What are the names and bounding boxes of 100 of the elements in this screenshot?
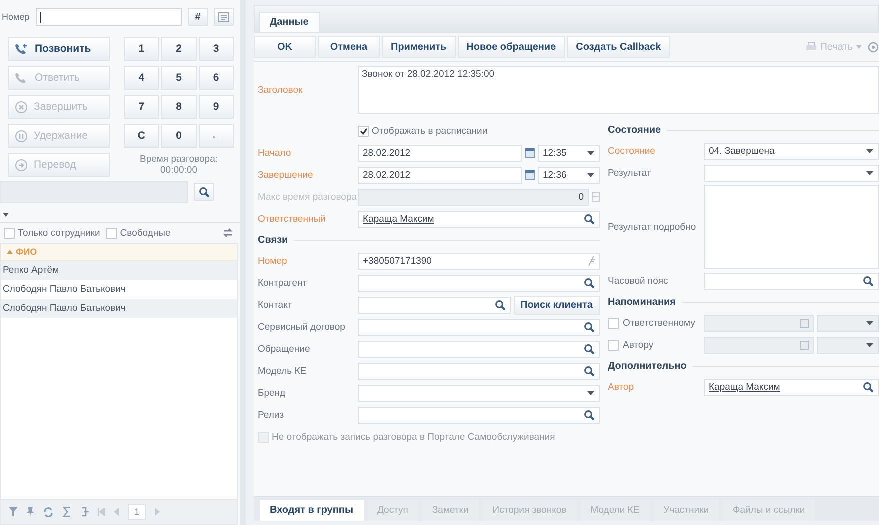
calendar-icon[interactable]	[525, 148, 535, 158]
tab[interactable]: Входят в группы	[260, 500, 364, 521]
address-book-button[interactable]	[214, 8, 234, 26]
calendar-icon[interactable]	[525, 170, 535, 180]
keypad-key[interactable]: 7	[124, 95, 160, 119]
lookup-field[interactable]	[704, 272, 879, 290]
toolbar-button[interactable]: Отмена	[318, 36, 380, 58]
keypad-key[interactable]: ←	[198, 124, 234, 148]
printer-icon	[806, 42, 818, 52]
title-field[interactable]: Звонок от 28.02.2012 12:35:00	[358, 66, 879, 114]
lookup-field[interactable]	[358, 406, 600, 424]
filter-icon[interactable]	[9, 507, 18, 517]
keypad-key[interactable]: 9	[198, 95, 234, 119]
field-label: Ответственный	[258, 214, 327, 224]
phone-icon	[15, 43, 29, 55]
time-field[interactable]	[817, 336, 879, 354]
lookup-field[interactable]	[358, 274, 600, 292]
next-page-icon[interactable]	[155, 508, 160, 516]
lookup-field[interactable]	[358, 340, 600, 358]
sort-arrow-icon[interactable]	[7, 250, 13, 254]
search-icon[interactable]	[584, 214, 595, 224]
field-label: Результат подробно	[608, 222, 698, 232]
keypad-key[interactable]: 4	[124, 66, 160, 90]
lookup-field[interactable]	[358, 362, 600, 380]
expand-arrow-icon[interactable]	[3, 213, 9, 217]
date-field[interactable]	[704, 314, 814, 332]
dropdown-field[interactable]: 04. Завершена	[704, 142, 879, 160]
search-icon[interactable]	[863, 382, 874, 392]
lookup-field[interactable]: Караща Максим	[704, 378, 879, 396]
field-label: Состояние	[608, 146, 656, 156]
previous-page-icon[interactable]	[114, 508, 119, 516]
lookup-field[interactable]	[358, 296, 511, 314]
calendar-icon[interactable]	[800, 340, 809, 350]
lookup-field[interactable]: +380507171390	[358, 252, 600, 270]
caret-icon[interactable]	[587, 390, 595, 396]
call-control-button[interactable]: Позвонить	[8, 37, 110, 61]
search-icon[interactable]	[584, 410, 595, 420]
keypad-key[interactable]: 5	[161, 66, 197, 90]
field-label: Заголовок	[258, 84, 304, 98]
keypad-key[interactable]: 8	[161, 95, 197, 119]
toolbar-button[interactable]: Применить	[382, 36, 456, 58]
caret-icon[interactable]	[866, 320, 874, 326]
field-label: Релиз	[258, 410, 286, 420]
hash-button[interactable]: #	[188, 8, 208, 26]
pin-icon[interactable]	[27, 507, 34, 517]
keypad-key[interactable]: 1	[124, 37, 160, 61]
talk-time-value: 00:00:00	[160, 165, 198, 176]
field-label: Контрагент	[258, 278, 308, 288]
search-button[interactable]	[194, 183, 214, 201]
keypad-key[interactable]: C	[124, 124, 160, 148]
caret-icon[interactable]	[866, 170, 874, 176]
keypad-key[interactable]: 3	[198, 37, 234, 61]
time-field[interactable]: 12:36	[538, 166, 600, 184]
checkbox[interactable]	[4, 228, 15, 238]
search-icon[interactable]	[584, 366, 595, 376]
date-field[interactable]	[704, 336, 814, 354]
checkbox-label: Свободные	[120, 228, 171, 238]
search-icon[interactable]	[494, 300, 506, 310]
field-label: Автор	[608, 382, 635, 392]
date-field[interactable]: 28.02.2012	[358, 166, 522, 184]
toolbar-button[interactable]: OK	[254, 36, 316, 58]
lookup-field[interactable]: Караща Максим	[358, 210, 600, 228]
find-client-button[interactable]: Поиск клиента	[514, 296, 600, 314]
keypad-key[interactable]: 0	[161, 124, 197, 148]
first-page-icon[interactable]	[98, 508, 105, 516]
dropdown-field[interactable]	[358, 384, 600, 402]
field-label: Результат	[608, 168, 652, 178]
keypad-key[interactable]: 2	[161, 37, 197, 61]
time-field[interactable]	[817, 314, 879, 332]
number-field[interactable]	[36, 8, 182, 26]
search-icon[interactable]	[863, 276, 874, 286]
dropdown-field[interactable]	[704, 164, 879, 182]
field-label: Макс время разговора	[258, 192, 358, 202]
spinner-icon[interactable]	[592, 192, 600, 202]
check-icon	[360, 128, 368, 134]
checkbox[interactable]	[358, 126, 369, 136]
checkbox[interactable]	[608, 340, 619, 350]
search-icon[interactable]	[584, 322, 595, 332]
search-icon[interactable]	[584, 278, 595, 288]
toolbar-button[interactable]: Создать Callback	[567, 36, 670, 58]
calendar-icon[interactable]	[800, 318, 809, 328]
tab[interactable]: Данные	[259, 12, 320, 32]
section-title: Напоминания	[608, 296, 676, 308]
keypad-key[interactable]: 6	[198, 66, 234, 90]
caret-icon[interactable]	[587, 172, 595, 178]
time-field[interactable]: 12:35	[538, 144, 600, 162]
date-field[interactable]: 28.02.2012	[358, 144, 522, 162]
caret-icon[interactable]	[587, 150, 595, 156]
toolbar-button[interactable]: Новое обращение	[458, 36, 566, 58]
search-icon[interactable]	[198, 186, 210, 198]
checkbox[interactable]	[106, 228, 118, 238]
search-icon[interactable]	[584, 344, 595, 354]
caret-icon[interactable]	[866, 148, 874, 154]
text-area[interactable]	[704, 185, 879, 269]
sigma-icon[interactable]	[63, 507, 71, 517]
caret-icon[interactable]	[866, 342, 874, 348]
lookup-field[interactable]	[358, 318, 600, 336]
checkbox-label: Не отображать запись разговора в Портале Самообслуживания	[272, 432, 556, 442]
field-label: Часовой пояс	[608, 276, 670, 286]
checkbox[interactable]	[608, 318, 619, 328]
